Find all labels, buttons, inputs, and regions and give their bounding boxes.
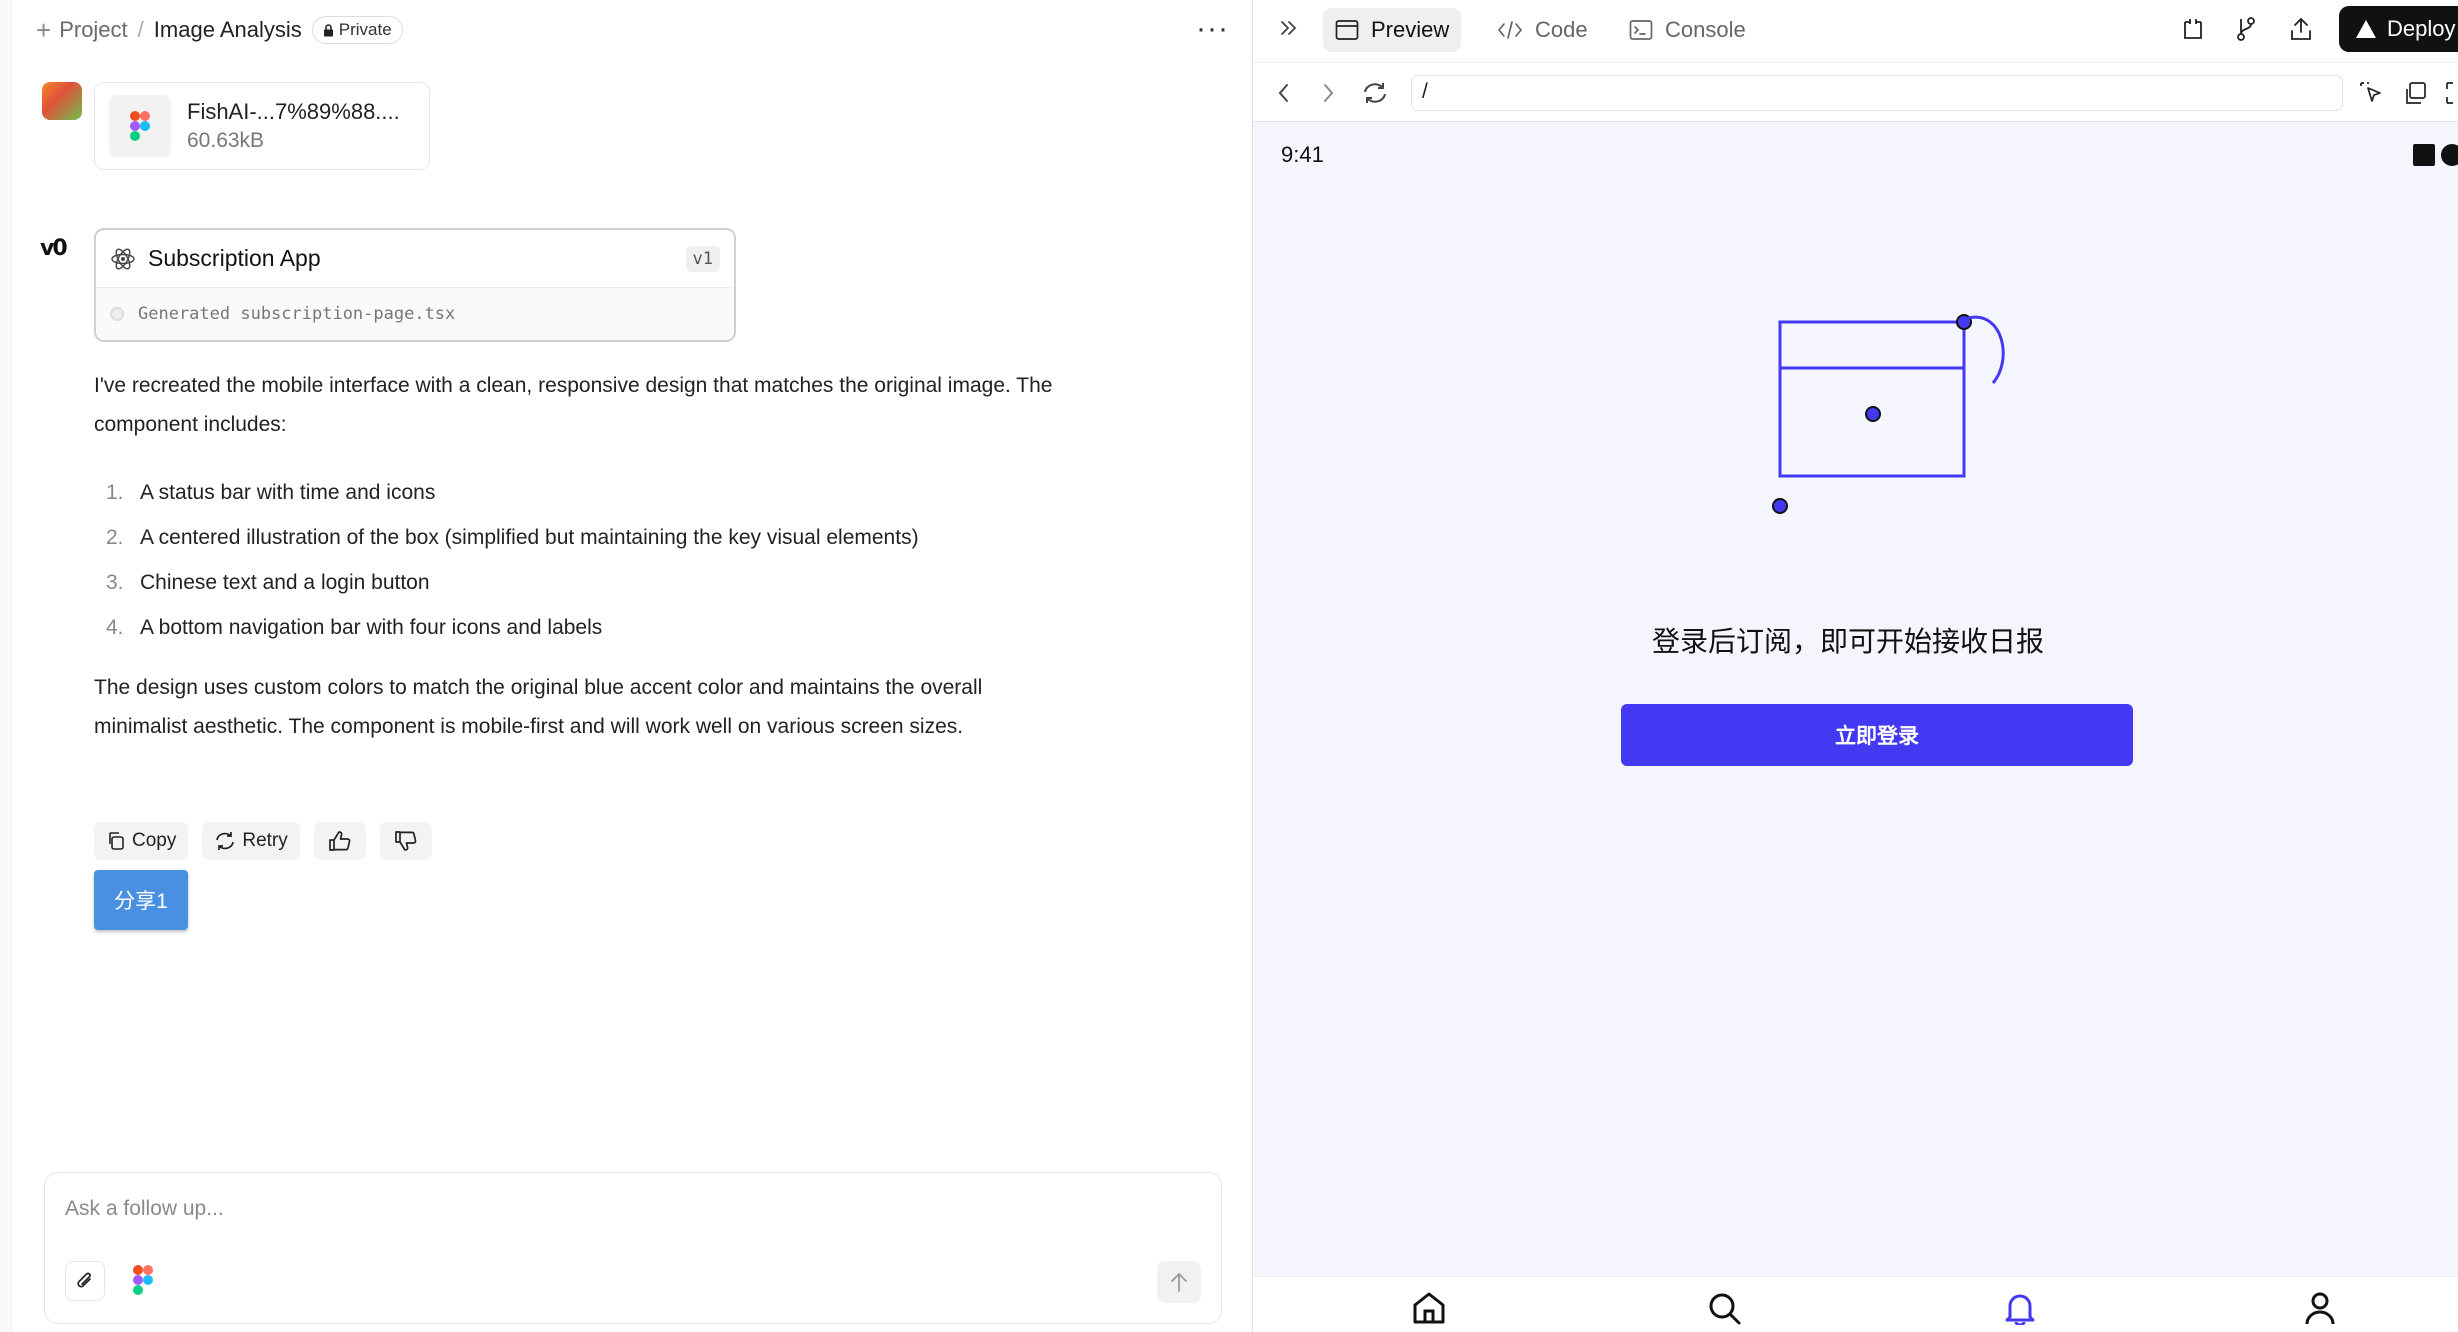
plus-icon[interactable]: + (36, 15, 51, 46)
message-intro: I've recreated the mobile interface with… (94, 374, 1053, 436)
send-button[interactable] (1157, 1261, 1201, 1303)
reload-icon[interactable] (1361, 81, 1389, 110)
feature-list: 1. A status bar with time and icons 2. A c… (94, 470, 1094, 650)
attachment-size: 60.63kB (187, 129, 265, 152)
visibility-label: Private (338, 20, 392, 39)
composer: Ask a follow up... (44, 1172, 1222, 1324)
retry-label: Retry (242, 830, 288, 851)
breadcrumb-current[interactable]: Image Analysis (154, 17, 302, 43)
expand-icon[interactable] (2445, 81, 2458, 110)
bottom-nav (1253, 1276, 2458, 1332)
code-icon (1497, 21, 1523, 39)
refresh-icon (216, 832, 235, 850)
user-avatar (42, 82, 82, 120)
tab-code-label: Code (1535, 17, 1588, 42)
signal-icon (2413, 144, 2435, 166)
share-upload-icon[interactable] (2289, 16, 2313, 47)
attach-button[interactable] (65, 1261, 105, 1301)
message-outro: The design uses custom colors to match t… (94, 676, 983, 738)
tab-code[interactable]: Code (1485, 8, 1600, 52)
retry-button[interactable]: Retry (202, 822, 300, 860)
version-badge: v1 (685, 245, 720, 272)
list-item: 4. A bottom navigation bar with four icon… (106, 615, 603, 639)
more-menu-button[interactable]: ··· (1196, 14, 1229, 44)
preview-panel: Preview Code Console Deploy / 9:41 登录后订阅… (1252, 0, 2458, 1332)
status-dot (110, 307, 124, 321)
attachment-card[interactable]: FishAI-...7%89%88.... 60.63kB (94, 82, 430, 170)
fullscreen-icon[interactable] (2181, 16, 2205, 47)
box-illustration (1772, 314, 2005, 514)
paperclip-icon (77, 1272, 91, 1288)
tab-console[interactable]: Console (1617, 8, 1758, 52)
triangle-icon (2356, 20, 2376, 38)
message-actions: Copy Retry (94, 822, 432, 860)
user-icon[interactable] (2303, 1291, 2337, 1330)
generation-status: Generated subscription-page.tsx (138, 304, 456, 324)
tab-preview[interactable]: Preview (1323, 8, 1462, 52)
deploy-label: Deploy (2387, 16, 2456, 41)
copy-button[interactable]: Copy (94, 822, 189, 860)
copy-icon (109, 832, 124, 850)
home-icon[interactable] (1411, 1291, 1447, 1330)
breadcrumb: + Project / Image Analysis Private (36, 14, 403, 46)
thumbs-down-button[interactable] (379, 822, 432, 860)
terminal-icon (1629, 20, 1653, 40)
lock-icon (323, 23, 333, 36)
back-icon[interactable] (1275, 81, 1293, 110)
bell-icon[interactable] (2003, 1291, 2037, 1330)
tab-preview-label: Preview (1371, 17, 1450, 42)
deploy-button[interactable]: Deploy (2339, 6, 2458, 52)
git-branch-icon[interactable] (2235, 16, 2257, 47)
status-time: 9:41 (1281, 142, 1324, 167)
thumbs-up-icon (328, 831, 351, 851)
preview-toolbar: Preview Code Console Deploy (1253, 0, 2458, 62)
share-button[interactable]: 分享1 (94, 870, 188, 930)
chat-panel: + Project / Image Analysis Private ··· F… (0, 0, 1252, 1332)
collapse-panel-icon[interactable] (1277, 16, 1301, 45)
sidebar-edge (0, 0, 12, 1332)
login-button[interactable]: 立即登录 (1621, 704, 2133, 766)
generation-card[interactable]: Subscription App v1 Generated subscripti… (94, 228, 736, 342)
thumbs-down-icon (394, 831, 417, 851)
forward-icon[interactable] (1319, 81, 1337, 110)
login-prompt: 登录后订阅，即可开始接收日报 (1651, 625, 2044, 658)
v0-logo: v0 (40, 236, 68, 261)
list-item: 2. A centered illustration of the box (si… (106, 525, 919, 549)
follow-up-input[interactable]: Ask a follow up... (65, 1197, 224, 1221)
copy-label: Copy (132, 830, 177, 851)
generation-title: Subscription App (148, 245, 321, 271)
thumbs-up-button[interactable] (313, 822, 366, 860)
select-element-icon[interactable] (2359, 81, 2385, 110)
breadcrumb-project[interactable]: Project (59, 17, 127, 43)
battery-icon (2441, 144, 2458, 166)
figma-file-icon (109, 95, 171, 157)
url-input[interactable]: / (1411, 75, 2343, 111)
visibility-badge[interactable]: Private (311, 16, 403, 44)
search-icon[interactable] (1707, 1291, 1743, 1330)
url-bar: / (1253, 62, 2458, 122)
breadcrumb-separator: / (137, 17, 144, 42)
list-item: 1. A status bar with time and icons (106, 480, 436, 504)
attachment-name: FishAI-...7%89%88.... (187, 99, 400, 124)
figma-import-icon[interactable] (133, 1265, 153, 1300)
arrow-up-icon (1171, 1272, 1187, 1292)
window-icon (1335, 20, 1359, 40)
list-item: 3. Chinese text and a login button (106, 570, 430, 594)
tab-console-label: Console (1665, 17, 1746, 42)
react-atom-icon (111, 248, 135, 269)
open-new-window-icon[interactable] (2403, 81, 2427, 110)
